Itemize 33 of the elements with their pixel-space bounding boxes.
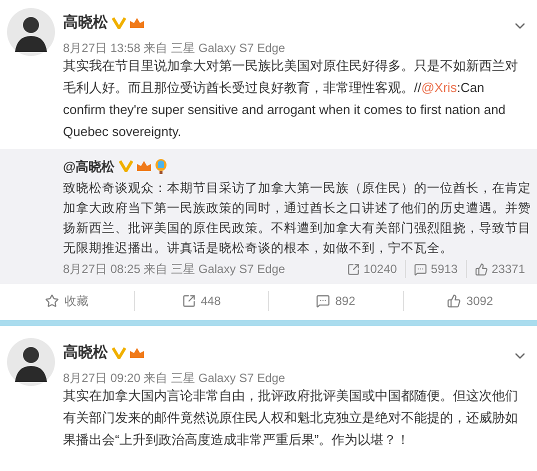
post-meta: 8月27日 13:58 来自 三星 Galaxy S7 Edge — [63, 40, 286, 56]
comment-icon — [414, 262, 427, 276]
share-icon — [182, 294, 196, 308]
stat-count[interactable]: 5913 — [430, 260, 458, 278]
action-button[interactable]: 3092 — [402, 290, 537, 310]
like-icon — [447, 294, 462, 308]
comment-icon — [316, 294, 330, 308]
verified-icon — [118, 160, 133, 172]
like-icon — [474, 262, 488, 276]
member-icon — [136, 160, 152, 172]
author-name[interactable]: 高晓松 — [63, 12, 108, 34]
author-name[interactable]: 高晓松 — [63, 342, 108, 364]
action-button[interactable]: 448 — [134, 290, 268, 310]
stat-count[interactable]: 23371 — [492, 260, 525, 278]
action-button[interactable]: 收藏 — [0, 290, 134, 310]
mention-link[interactable]: @Xris — [421, 80, 457, 94]
avatar[interactable] — [7, 8, 55, 56]
repost-author[interactable]: @高晓松 — [63, 156, 115, 176]
share-icon — [346, 262, 360, 276]
balloon-icon — [154, 158, 167, 174]
member-icon — [129, 17, 145, 30]
stat-count[interactable]: 10240 — [364, 260, 397, 278]
repost-text: 致晓松奇谈观众：本期节目采访了加拿大第一民族（原住民）的一位酋长，在肯定加拿大政府当下第一民族政策的同时，通过酋长之口讲述了他们的历史遭遇。并赞扬新西兰、批评美国的原住民政策。不料遭到加拿大有关部门强烈阻挠，导致节目无限期推迟播出。讲真话是晓松奇谈的根本，如做不到，宁不瓦全。 — [63, 180, 532, 257]
post-text: 其实在加拿大国内言论非常自由，批评政府批评美国或中国都随便。但这次他们有关部门发来的邮件竟然说原住民人权和魁北克独立是绝对不能提的，还威胁如果播出会“上升到政治高度造成非常严重后果”。作为以堪？！ — [63, 386, 519, 448]
avatar[interactable] — [7, 338, 55, 386]
verified-icon — [112, 347, 126, 360]
post-text: 其实我在节目里说加拿大对第一民族比美国对原住民好得多。只是不如新西兰对毛利人好。而且那位受访酋长受过良好教育，非常理性客观。//@Xris:Can confirm they're super sensitive and arrogant when it comes to first nation and Quebec sovereignty. — [63, 56, 519, 141]
member-icon — [129, 347, 145, 360]
star-icon — [45, 294, 60, 308]
repost-meta: 8月27日 08:25 来自 三星 Galaxy S7 Edge — [63, 261, 286, 278]
verified-icon — [112, 17, 126, 30]
action-button[interactable]: 892 — [268, 290, 402, 310]
post-meta: 8月27日 09:20 来自 三星 Galaxy S7 Edge — [63, 370, 286, 386]
